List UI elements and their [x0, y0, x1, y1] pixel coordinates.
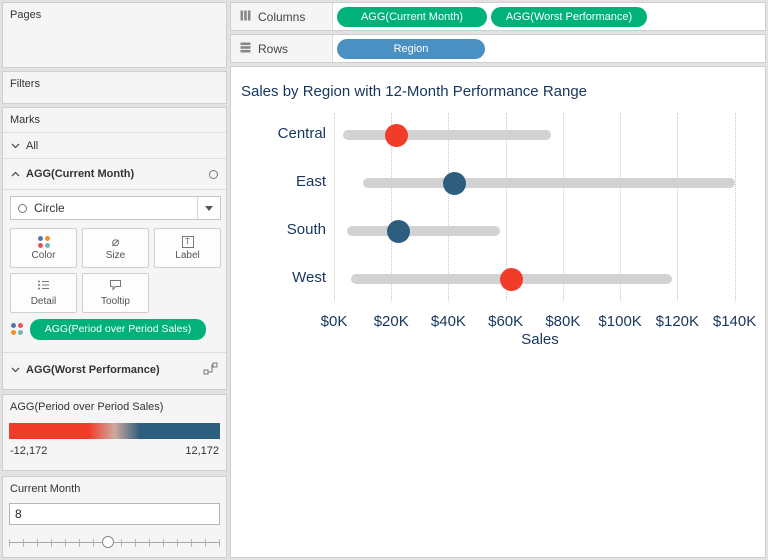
detail-icon — [37, 279, 50, 294]
gridline — [334, 113, 335, 301]
chevron-up-icon[interactable] — [11, 168, 20, 180]
filters-label: Filters — [10, 78, 40, 90]
marks-card: Marks All AGG(Current Month) Circle Colo… — [2, 107, 227, 390]
label-button-label: Label — [175, 249, 200, 261]
gridline — [562, 113, 564, 301]
color-legend-card: AGG(Period over Period Sales) -12,172 12… — [2, 394, 227, 471]
multiple-mark-types-icon — [203, 362, 218, 378]
color-legend-title: AGG(Period over Period Sales) — [10, 401, 164, 413]
label-icon: T — [181, 235, 194, 248]
rows-icon — [240, 42, 251, 56]
rows-shelf-label: Rows — [258, 41, 289, 56]
color-encoding-row: AGG(Period over Period Sales) — [11, 316, 206, 342]
circle-mark-type-icon — [209, 169, 218, 179]
current-month-dot[interactable] — [499, 267, 523, 291]
tooltip-icon — [109, 279, 122, 294]
columns-shelf-label-area: Columns — [231, 3, 333, 30]
row-header: South — [286, 221, 326, 238]
parameter-slider[interactable] — [9, 535, 220, 551]
marks-worst-performance-row[interactable]: AGG(Worst Performance) — [3, 352, 226, 386]
circle-mark-icon — [18, 203, 27, 213]
marks-buttons: Color ⌀ Size T Label Detail Tooltip — [10, 228, 221, 313]
row-header: East — [295, 173, 326, 190]
pages-label: Pages — [10, 9, 42, 21]
row-header: Central — [277, 125, 326, 142]
color-legend-gradient[interactable] — [9, 423, 220, 439]
color-encoding-pill[interactable]: AGG(Period over Period Sales) — [30, 318, 206, 340]
detail-button-label: Detail — [30, 296, 57, 307]
range-bar[interactable] — [346, 226, 500, 236]
worksheet-view: Sales by Region with 12-Month Performanc… — [230, 66, 766, 558]
plot-area: $0K $20K $40K $60K $80K $100K $120K $140K Centra… — [278, 113, 756, 330]
color-icon — [37, 235, 50, 248]
slider-track[interactable] — [9, 542, 220, 543]
size-button-label: Size — [105, 249, 126, 261]
chevron-down-icon[interactable] — [11, 140, 20, 152]
rows-shelf-label-area: Rows — [231, 35, 333, 62]
row-header: West — [292, 269, 326, 286]
color-button[interactable]: Color — [10, 228, 77, 268]
dropdown-caret-icon[interactable] — [197, 197, 220, 219]
gridline — [448, 113, 450, 301]
color-legend-max: 12,172 — [185, 445, 219, 457]
detail-button[interactable]: Detail — [10, 273, 77, 313]
parameter-title: Current Month — [10, 483, 81, 495]
columns-shelf-label: Columns — [258, 9, 306, 24]
rows-pill-area[interactable]: Region — [333, 35, 765, 62]
gridline — [620, 113, 622, 301]
pill-agg-worst-performance[interactable]: AGG(Worst Performance) — [491, 6, 647, 27]
current-month-dot[interactable] — [386, 219, 410, 243]
color-legend-min: -12,172 — [10, 445, 48, 457]
color-encoding-icon — [11, 323, 23, 335]
marks-all-row[interactable]: All — [3, 132, 226, 158]
marks-current-month-row[interactable]: AGG(Current Month) — [3, 158, 226, 190]
tableau-workbook: Pages Filters Marks All AGG(Current Mont… — [0, 0, 768, 560]
x-axis-title: Sales — [521, 331, 559, 348]
chart-title: Sales by Region with 12-Month Performanc… — [241, 83, 588, 100]
marks-worst-performance-label: AGG(Worst Performance) — [26, 363, 160, 376]
marks-label: Marks — [10, 114, 40, 126]
columns-pill-area[interactable]: AGG(Current Month) AGG(Worst Performance… — [333, 3, 765, 30]
gridline — [677, 113, 679, 301]
label-button[interactable]: T Label — [154, 228, 221, 268]
current-month-dot[interactable] — [385, 123, 409, 147]
gridline — [734, 113, 736, 301]
parameter-card: Current Month — [2, 476, 227, 558]
range-bar[interactable] — [362, 178, 735, 188]
tooltip-button[interactable]: Tooltip — [82, 273, 149, 313]
current-month-dot[interactable] — [442, 171, 466, 195]
rows-shelf[interactable]: Rows Region — [230, 34, 766, 63]
pages-shelf[interactable]: Pages — [2, 2, 227, 68]
pill-agg-current-month[interactable]: AGG(Current Month) — [337, 6, 487, 27]
pill-region[interactable]: Region — [337, 38, 485, 59]
slider-ticks — [9, 539, 220, 547]
size-icon: ⌀ — [111, 233, 120, 249]
parameter-value-input[interactable] — [9, 503, 220, 525]
columns-icon — [240, 10, 251, 24]
range-bar[interactable] — [342, 130, 552, 140]
tooltip-button-label: Tooltip — [101, 296, 130, 307]
chevron-down-icon[interactable] — [11, 364, 20, 376]
marks-all-label: All — [26, 139, 39, 152]
mark-type-dropdown[interactable]: Circle — [10, 196, 221, 220]
columns-shelf[interactable]: Columns AGG(Current Month) AGG(Worst Per… — [230, 2, 766, 31]
marks-current-month-label: AGG(Current Month) — [26, 168, 135, 180]
color-button-label: Color — [31, 249, 56, 261]
mark-type-value: Circle — [34, 201, 65, 215]
filters-shelf[interactable]: Filters — [2, 71, 227, 104]
size-button[interactable]: ⌀ Size — [82, 228, 149, 268]
x-tick-label: $140K — [712, 313, 757, 330]
